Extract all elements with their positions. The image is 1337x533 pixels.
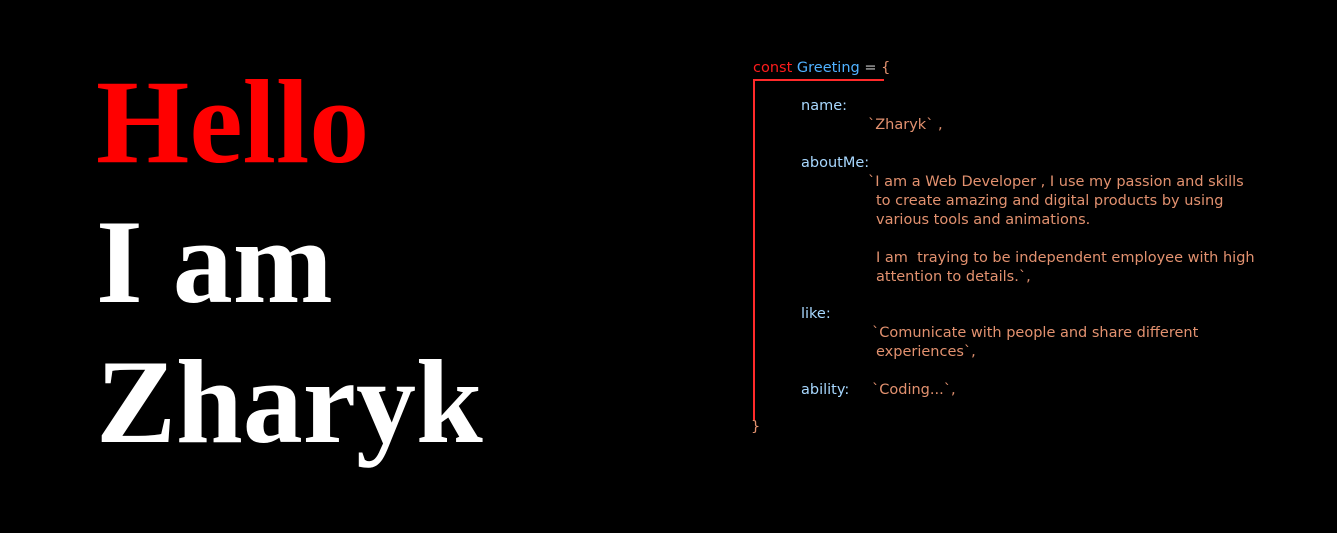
- code-declaration: const Greeting = {: [753, 59, 890, 78]
- about-line: various tools and animations.: [876, 212, 1091, 228]
- ability-value: `Coding...`,: [872, 382, 956, 398]
- about-line: `I am a Web Developer , I use my passion…: [868, 174, 1244, 190]
- code-operator: =: [859, 60, 882, 76]
- code-open-brace: {: [881, 60, 891, 76]
- about-line: I am traying to be independent employee …: [876, 250, 1255, 266]
- brace-underline: [753, 79, 884, 81]
- about-key: aboutMe:: [801, 155, 870, 171]
- name-value: `Zharyk` ,: [868, 117, 943, 133]
- ability-key: ability:: [801, 382, 850, 398]
- code-close-brace: }: [751, 419, 761, 435]
- hero-i-am: I am: [96, 195, 333, 328]
- like-line: experiences`,: [876, 344, 976, 360]
- about-line: attention to details.`,: [876, 269, 1031, 285]
- like-line: `Comunicate with people and share differ…: [872, 325, 1199, 341]
- about-line: to create amazing and digital products b…: [876, 193, 1224, 209]
- hero-hello: Hello: [96, 55, 370, 188]
- code-keyword: const: [753, 60, 793, 76]
- code-identifier: Greeting: [796, 60, 860, 76]
- like-key: like:: [801, 306, 831, 322]
- brace-vertical-line: [753, 79, 755, 420]
- name-key: name:: [801, 98, 848, 114]
- hero-heading: Hello I am Zharyk: [96, 52, 483, 472]
- hero-name: Zharyk: [96, 335, 483, 468]
